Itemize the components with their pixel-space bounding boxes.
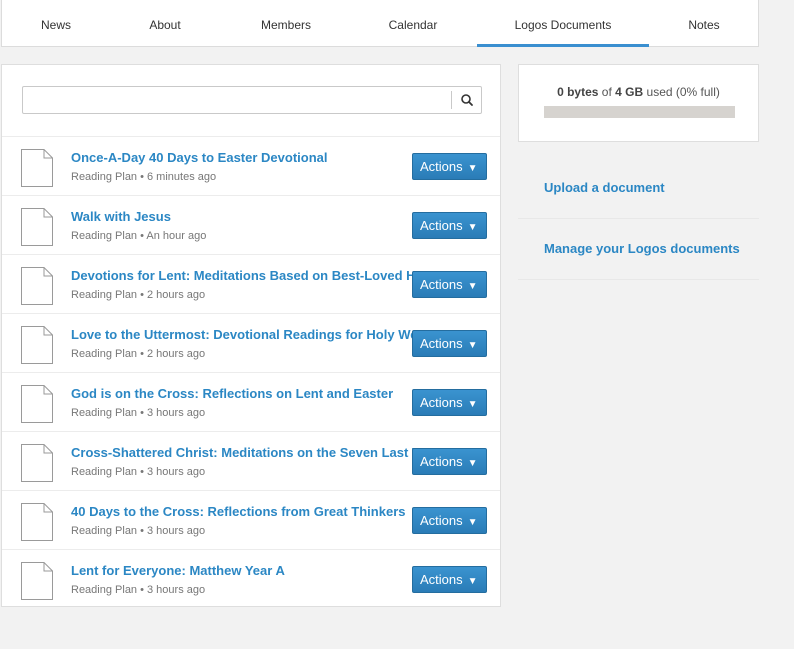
document-icon (21, 444, 53, 482)
actions-label: Actions (420, 395, 463, 410)
actions-button[interactable]: Actions ▼ (412, 271, 487, 298)
caret-down-icon: ▼ (467, 163, 478, 174)
document-meta: Reading Plan • 3 hours ago (71, 466, 206, 478)
manage-documents-row: Manage your Logos documents (518, 220, 759, 280)
actions-label: Actions (420, 277, 463, 292)
caret-down-icon: ▼ (467, 340, 478, 351)
actions-label: Actions (420, 218, 463, 233)
tab-calendar[interactable]: Calendar (352, 0, 474, 46)
storage-used: 0 bytes (557, 85, 599, 99)
tab-news[interactable]: News (2, 0, 110, 46)
document-list: Once-A-Day 40 Days to Easter Devotional R… (2, 136, 500, 608)
document-icon (21, 208, 53, 246)
tab-about[interactable]: About (110, 0, 220, 46)
actions-label: Actions (420, 572, 463, 587)
search-box (22, 86, 482, 114)
tab-logos-documents[interactable]: Logos Documents (477, 0, 649, 47)
search-icon (461, 94, 473, 106)
document-title-link[interactable]: Walk with Jesus (71, 209, 414, 224)
actions-label: Actions (420, 454, 463, 469)
caret-down-icon: ▼ (467, 222, 478, 233)
storage-progress-bar (544, 106, 735, 118)
document-icon (21, 503, 53, 541)
document-icon (21, 562, 53, 600)
table-row: God is on the Cross: Reflections on Lent… (2, 372, 500, 431)
document-icon (21, 267, 53, 305)
storage-usage-text: 0 bytes of 4 GB used (0% full) (519, 85, 758, 99)
document-icon (21, 385, 53, 423)
document-title-link[interactable]: Love to the Uttermost: Devotional Readin… (71, 327, 414, 342)
table-row: Lent for Everyone: Matthew Year A Reading… (2, 549, 500, 608)
upload-document-row: Upload a document (518, 159, 759, 219)
table-row: Devotions for Lent: Meditations Based on… (2, 254, 500, 313)
top-tab-bar: News About Members Calendar Logos Docume… (1, 0, 759, 47)
table-row: Love to the Uttermost: Devotional Readin… (2, 313, 500, 372)
manage-documents-link[interactable]: Manage your Logos documents (544, 241, 740, 256)
actions-button[interactable]: Actions ▼ (412, 212, 487, 239)
tab-members[interactable]: Members (220, 0, 352, 46)
actions-button[interactable]: Actions ▼ (412, 153, 487, 180)
actions-button[interactable]: Actions ▼ (412, 330, 487, 357)
document-title-link[interactable]: Lent for Everyone: Matthew Year A (71, 563, 414, 578)
document-meta: Reading Plan • 3 hours ago (71, 407, 206, 419)
actions-button[interactable]: Actions ▼ (412, 389, 487, 416)
storage-usage-card: 0 bytes of 4 GB used (0% full) (518, 64, 759, 142)
document-meta: Reading Plan • 2 hours ago (71, 289, 206, 301)
actions-label: Actions (420, 159, 463, 174)
table-row: Once-A-Day 40 Days to Easter Devotional R… (2, 136, 500, 195)
table-row: Cross-Shattered Christ: Meditations on t… (2, 431, 500, 490)
storage-of: of (601, 85, 612, 99)
document-title-link[interactable]: 40 Days to the Cross: Reflections from G… (71, 504, 414, 519)
actions-button[interactable]: Actions ▼ (412, 507, 487, 534)
upload-document-link[interactable]: Upload a document (544, 180, 665, 195)
document-meta: Reading Plan • 3 hours ago (71, 525, 206, 537)
search-button[interactable] (452, 87, 482, 113)
caret-down-icon: ▼ (467, 281, 478, 292)
storage-suffix: used (0% full) (646, 85, 720, 99)
caret-down-icon: ▼ (467, 576, 478, 587)
document-meta: Reading Plan • An hour ago (71, 230, 207, 242)
tab-notes[interactable]: Notes (649, 0, 759, 46)
document-meta: Reading Plan • 3 hours ago (71, 584, 206, 596)
document-title-link[interactable]: God is on the Cross: Reflections on Lent… (71, 386, 414, 401)
actions-label: Actions (420, 336, 463, 351)
document-title-link[interactable]: Once-A-Day 40 Days to Easter Devotional (71, 150, 414, 165)
search-input[interactable] (23, 87, 449, 113)
document-icon (21, 149, 53, 187)
documents-panel: Once-A-Day 40 Days to Easter Devotional R… (1, 64, 501, 607)
document-meta: Reading Plan • 2 hours ago (71, 348, 206, 360)
actions-button[interactable]: Actions ▼ (412, 566, 487, 593)
actions-label: Actions (420, 513, 463, 528)
document-meta: Reading Plan • 6 minutes ago (71, 171, 217, 183)
storage-total: 4 GB (615, 85, 644, 99)
document-title-link[interactable]: Devotions for Lent: Meditations Based on… (71, 268, 414, 283)
caret-down-icon: ▼ (467, 458, 478, 469)
document-title-link[interactable]: Cross-Shattered Christ: Meditations on t… (71, 445, 414, 460)
actions-button[interactable]: Actions ▼ (412, 448, 487, 475)
caret-down-icon: ▼ (467, 517, 478, 528)
table-row: Walk with Jesus Reading Plan • An hour ag… (2, 195, 500, 254)
caret-down-icon: ▼ (467, 399, 478, 410)
table-row: 40 Days to the Cross: Reflections from G… (2, 490, 500, 549)
document-icon (21, 326, 53, 364)
